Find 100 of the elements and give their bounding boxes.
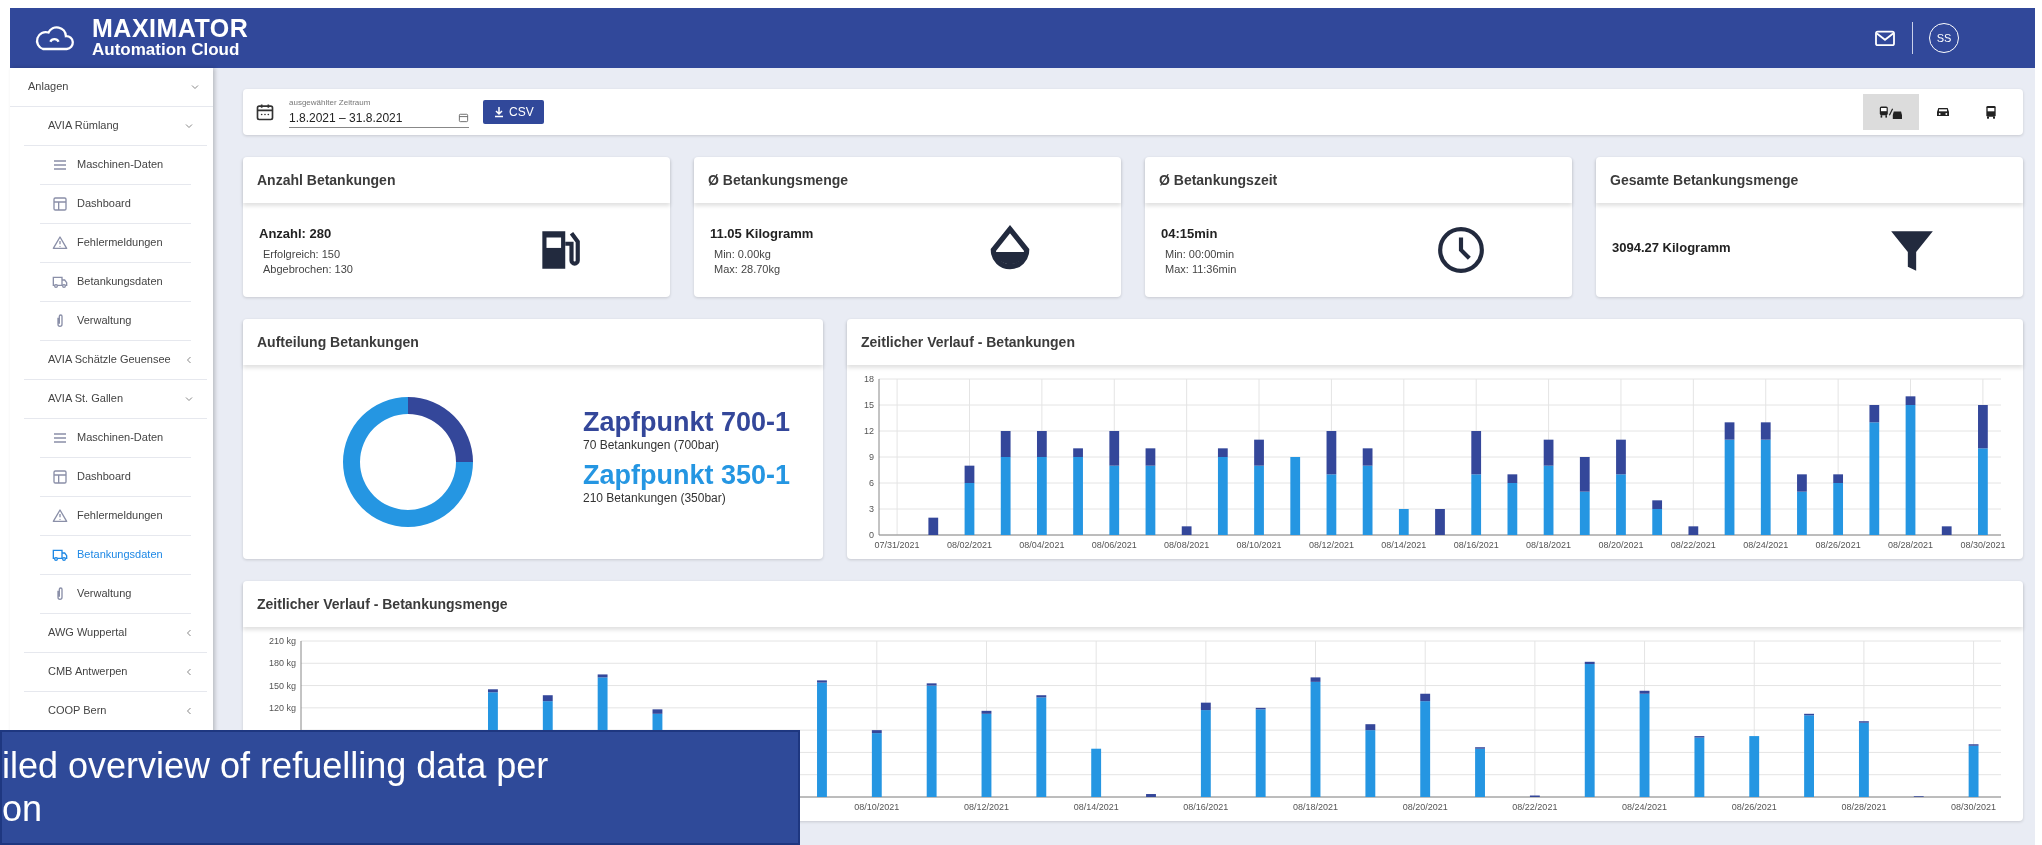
card-title: Gesamte Betankungsmenge — [1596, 157, 2023, 203]
sidebar-item[interactable]: CMB Antwerpen — [48, 665, 183, 679]
sidebar-subitem[interactable]: Verwaltung — [77, 314, 132, 328]
sidebar-subitem[interactable]: Dashboard — [77, 470, 131, 484]
logo-title: MAXIMATOR — [92, 16, 249, 42]
kpi-detail: Erfolgreich: 150 — [263, 247, 342, 262]
chart-bar — [1471, 431, 1482, 475]
caption-text: on — [2, 787, 43, 831]
card-title: Ø Betankungsmenge — [694, 157, 1121, 203]
axis-label: 08/22/2021 — [1512, 802, 1558, 812]
axis-label: 6 — [869, 478, 874, 488]
axis-label: 08/30/2021 — [1960, 540, 2006, 550]
date-value[interactable]: 1.8.2021 – 31.8.2021 — [289, 108, 403, 127]
layout-icon[interactable] — [52, 469, 68, 485]
chart-bar — [1749, 736, 1760, 797]
bus-icon — [1983, 104, 1999, 120]
chart-bar — [1471, 474, 1482, 535]
sidebar-subitem[interactable]: Fehlermeldungen — [77, 509, 163, 523]
axis-label: 08/26/2021 — [1731, 802, 1777, 812]
chart-bar — [1941, 526, 1952, 535]
sidebar-subitem[interactable]: Maschinen-Daten — [77, 158, 164, 172]
sidebar-item[interactable]: AVIA St. Gallen — [48, 392, 183, 406]
axis-label: 18 — [864, 374, 874, 384]
chart-bar — [1091, 748, 1102, 797]
axis-label: 15 — [864, 400, 874, 410]
legend-title: Zapfpunkt 700-1 — [583, 409, 791, 436]
axis-label: 08/04/2021 — [1019, 540, 1065, 550]
kpi-value: Anzahl: 280 — [259, 224, 333, 243]
axis-label: 08/18/2021 — [1526, 540, 1572, 550]
axis-label: 120 kg — [268, 702, 296, 713]
axis-label: 08/26/2021 — [1815, 540, 1861, 550]
chart-bar — [1181, 526, 1192, 535]
sidebar-section[interactable]: Anlagen — [28, 80, 189, 94]
list-icon[interactable] — [52, 157, 68, 173]
card-title: Zeitlicher Verlauf - Betankungsmenge — [243, 581, 2023, 627]
card-title: Ø Betankungszeit — [1145, 157, 1572, 203]
card-title: Aufteilung Betankungen — [243, 319, 823, 365]
axis-label: 08/16/2021 — [1453, 540, 1499, 550]
kpi-detail: Min: 0.00kg — [714, 247, 772, 262]
clock-icon — [1436, 225, 1486, 275]
mail-icon[interactable] — [1874, 29, 1896, 47]
sidebar-subitem[interactable]: Fehlermeldungen — [77, 236, 163, 250]
sidebar-subitem[interactable]: Betankungsdaten — [77, 275, 163, 289]
axis-label: 08/24/2021 — [1622, 802, 1668, 812]
legend-caption: 70 Betankungen (700bar) — [583, 437, 721, 454]
truck-icon[interactable] — [52, 547, 68, 563]
legend-title: Zapfpunkt 350-1 — [583, 462, 791, 489]
axis-label: 08/14/2021 — [1381, 540, 1427, 550]
axis-label: 08/28/2021 — [1888, 540, 1934, 550]
calendar-icon[interactable] — [255, 102, 275, 122]
card-title: Zeitlicher Verlauf - Betankungen — [847, 319, 2023, 365]
kpi-detail: Max: 28.70kg — [714, 261, 782, 277]
axis-label: 180 kg — [268, 658, 296, 669]
chart-bar — [1326, 431, 1337, 475]
axis-label: 08/18/2021 — [1293, 802, 1339, 812]
chart-bar — [1326, 474, 1337, 535]
axis-label: 08/06/2021 — [1091, 540, 1137, 550]
kpi-value: 04:15min — [1161, 224, 1219, 243]
sidebar-subitem[interactable]: Dashboard — [77, 197, 131, 211]
sidebar-subitem[interactable]: Maschinen-Daten — [77, 431, 164, 445]
axis-label: 08/02/2021 — [946, 540, 992, 550]
sidebar-item[interactable]: AVIA Schätzle Geuensee — [48, 353, 183, 367]
sidebar-subitem[interactable]: Verwaltung — [77, 587, 132, 601]
list-icon[interactable] — [52, 430, 68, 446]
truck-icon[interactable] — [52, 274, 68, 290]
axis-label: 3 — [869, 504, 874, 514]
kpi-detail: Abgebrochen: 130 — [263, 261, 354, 277]
axis-label: 08/14/2021 — [1073, 802, 1119, 812]
axis-label: 9 — [869, 452, 874, 462]
sidebar-subitem[interactable]: Betankungsdaten — [77, 548, 163, 562]
axis-label: 07/31/2021 — [874, 540, 920, 550]
axis-label: 08/28/2021 — [1841, 802, 1887, 812]
chart-bar — [1688, 526, 1699, 535]
chart-bar — [928, 517, 939, 535]
chart-bar — [1579, 491, 1590, 535]
chart-bar — [1398, 509, 1409, 535]
axis-label: 08/08/2021 — [1164, 540, 1210, 550]
chart-bar — [1146, 794, 1156, 797]
sidebar-item[interactable]: AVIA Rümlang — [48, 119, 183, 133]
kpi-detail: Min: 00:00min — [1165, 247, 1236, 262]
vehicle-filter-tab[interactable] — [1863, 94, 1919, 130]
sidebar-item[interactable]: AWG Wuppertal — [48, 626, 183, 640]
card-title: Anzahl Betankungen — [243, 157, 670, 203]
date-range-field[interactable]: ausgewählter Zeitraum 1.8.2021 – 31.8.2021 — [289, 96, 469, 128]
warning-icon[interactable] — [52, 235, 68, 251]
layout-icon[interactable] — [52, 196, 68, 212]
axis-label: 08/30/2021 — [1951, 802, 1997, 812]
axis-label: 08/20/2021 — [1598, 540, 1644, 550]
axis-label: 08/12/2021 — [963, 802, 1009, 812]
field-label: ausgewählter Zeitraum — [289, 96, 372, 109]
axis-label: 08/22/2021 — [1670, 540, 1716, 550]
axis-label: 0 — [869, 530, 874, 540]
sidebar-item[interactable]: COOP Bern — [48, 704, 183, 718]
axis-label: 150 kg — [268, 680, 296, 691]
kpi-value: 11.05 Kilogramm — [710, 224, 815, 243]
kpi-detail: Max: 11:36min — [1165, 261, 1238, 277]
csv-button[interactable]: CSV — [483, 100, 544, 124]
warning-icon[interactable] — [52, 508, 68, 524]
axis-label: 08/10/2021 — [1236, 540, 1282, 550]
axis-label: 08/20/2021 — [1402, 802, 1448, 812]
